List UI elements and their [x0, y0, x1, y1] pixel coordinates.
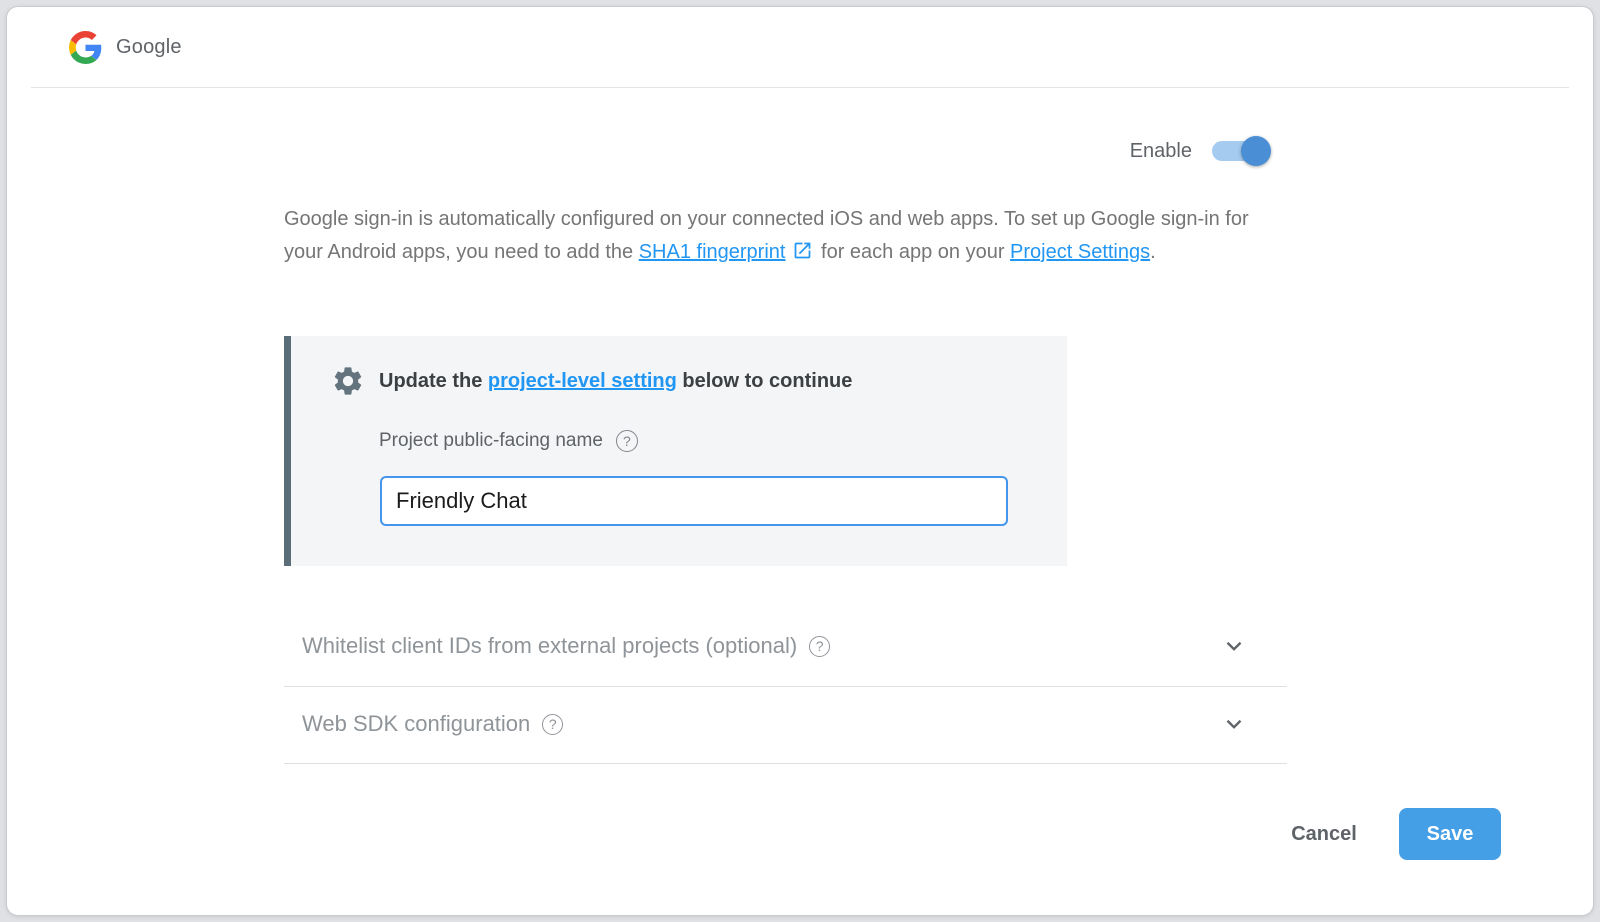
help-icon[interactable]: ?	[809, 636, 830, 657]
save-button[interactable]: Save	[1399, 808, 1501, 860]
enable-toggle[interactable]	[1212, 136, 1271, 166]
dialog-header: Google	[7, 7, 1593, 87]
section-divider	[284, 686, 1287, 687]
help-icon[interactable]: ?	[542, 714, 563, 735]
project-name-input[interactable]	[380, 476, 1008, 526]
project-level-setting-link[interactable]: project-level setting	[488, 370, 677, 392]
description-segment: .	[1150, 241, 1156, 263]
chevron-down-icon[interactable]	[1221, 711, 1247, 737]
field-label-row: Project public-facing name ?	[379, 430, 638, 452]
provider-title: Google	[116, 36, 182, 59]
section-divider	[284, 763, 1287, 764]
callout-title-segment: below to continue	[677, 370, 853, 392]
google-logo-icon	[69, 31, 102, 64]
toggle-knob	[1241, 136, 1271, 166]
enable-label: Enable	[1130, 140, 1192, 163]
project-setting-callout: Update the project-level setting below t…	[284, 336, 1067, 566]
header-divider	[31, 87, 1569, 88]
description-segment: for each app on your	[815, 241, 1010, 263]
sha1-fingerprint-link[interactable]: SHA1 fingerprint	[639, 241, 786, 263]
callout-title-segment: Update the	[379, 370, 488, 392]
gear-icon	[331, 364, 365, 398]
open-in-new-icon[interactable]	[792, 239, 813, 260]
enable-row: Enable	[1130, 136, 1271, 166]
callout-title: Update the project-level setting below t…	[379, 370, 852, 393]
section-label: Whitelist client IDs from external proje…	[302, 633, 797, 659]
description-text: Google sign-in is automatically configur…	[284, 203, 1276, 269]
section-web-sdk-config[interactable]: Web SDK configuration ?	[284, 691, 1287, 757]
help-icon[interactable]: ?	[616, 430, 638, 452]
chevron-down-icon[interactable]	[1221, 633, 1247, 659]
section-whitelist-client-ids[interactable]: Whitelist client IDs from external proje…	[284, 613, 1287, 679]
cancel-button[interactable]: Cancel	[1278, 813, 1370, 855]
google-signin-dialog: Google Enable Google sign-in is automati…	[6, 6, 1594, 916]
section-label: Web SDK configuration	[302, 711, 530, 737]
project-settings-link[interactable]: Project Settings	[1010, 241, 1150, 263]
field-label: Project public-facing name	[379, 430, 603, 452]
